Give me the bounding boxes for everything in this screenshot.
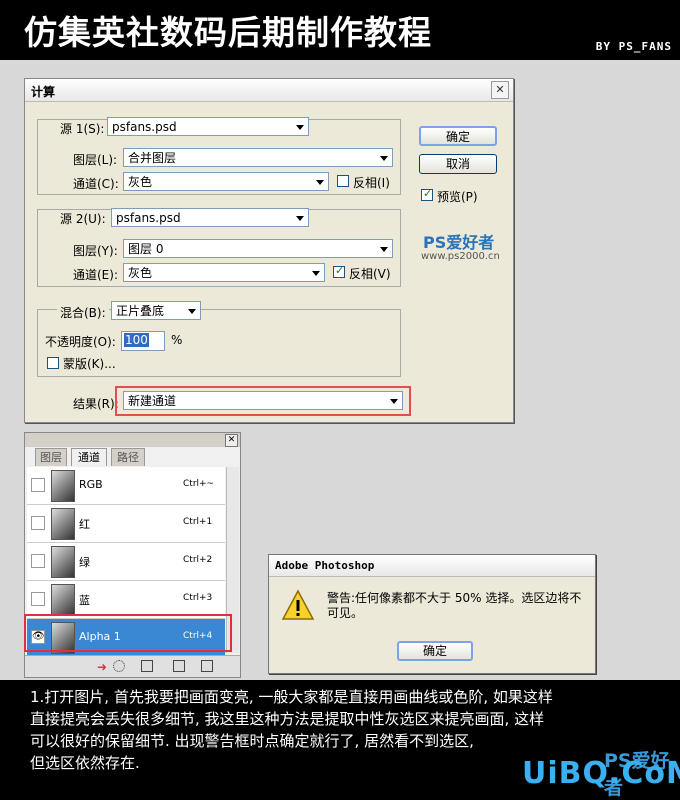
visibility-toggle[interactable]	[31, 592, 45, 606]
caption-line: 可以很好的保留细节. 出现警告框时点确定就行了, 居然看不到选区,	[30, 732, 474, 750]
warning-message: 警告:任何像素都不大于 50% 选择。选区边将不可见。	[327, 591, 582, 620]
channel-shortcut: Ctrl+~	[183, 479, 215, 489]
arrow-pointer-icon: ➜	[97, 660, 108, 674]
mask-label: 蒙版(K)...	[63, 357, 116, 371]
watermark-url: www.ps2000.cn	[421, 251, 500, 262]
channel-thumbnail	[51, 508, 75, 540]
chevron-down-icon	[296, 125, 304, 130]
channel-thumbnail	[51, 584, 75, 616]
chevron-down-icon	[316, 180, 324, 185]
source2-file-value: psfans.psd	[116, 211, 181, 225]
opacity-value: 100	[124, 333, 149, 347]
caption-line: 直接提亮会丢失很多细节, 我这里这种方法是提取中性灰选区来提亮画面, 这样	[30, 710, 545, 728]
channel-name: 红	[79, 518, 90, 531]
opacity-unit: %	[171, 333, 183, 347]
tab-channels[interactable]: 通道	[71, 448, 107, 466]
result-label: 结果(R):	[73, 397, 119, 411]
cancel-button[interactable]: 取消	[419, 154, 497, 174]
opacity-input[interactable]: 100	[121, 331, 165, 351]
watermark-uibq: UiBQ.CoM	[522, 756, 680, 791]
source2-label: 源 2(U):	[57, 210, 109, 227]
byline: BY PS_FANS	[595, 40, 672, 53]
source1-label: 源 1(S):	[57, 120, 108, 137]
alpha-highlight	[24, 614, 232, 652]
panel-titlebar: ✕	[25, 433, 240, 447]
calculations-dialog: 计算 ✕ 源 1(S): psfans.psd 图层(L): 合并图层 通道(C…	[24, 78, 514, 423]
channel-name: RGB	[79, 478, 103, 491]
chevron-down-icon	[312, 271, 320, 276]
channel-row-green[interactable]: 绿 Ctrl+2	[27, 543, 225, 581]
page-title: 仿集英社数码后期制作教程	[24, 13, 432, 52]
source1-channel-label: 通道(C):	[73, 177, 119, 191]
source2-file-select[interactable]: psfans.psd	[111, 208, 309, 227]
panel-footer: ➜	[25, 655, 240, 677]
source1-invert-checkbox[interactable]	[337, 175, 349, 187]
dialog-title: 计算	[31, 85, 56, 99]
channel-name: 绿	[79, 556, 90, 569]
save-selection-icon[interactable]	[141, 660, 153, 672]
caption-line: 1.打开图片, 首先我要把画面变亮, 一般大家都是直接用画曲线或色阶, 如果这样	[30, 688, 553, 706]
tab-layers[interactable]: 图层	[35, 448, 67, 466]
warning-icon	[281, 589, 315, 620]
channel-row-red[interactable]: 红 Ctrl+1	[27, 505, 225, 543]
chevron-down-icon	[296, 216, 304, 221]
source2-channel-label: 通道(E):	[73, 268, 118, 282]
chevron-down-icon	[188, 309, 196, 314]
dialog-titlebar: 计算 ✕	[25, 79, 513, 102]
result-value: 新建通道	[128, 394, 177, 408]
header-bar: 仿集英社数码后期制作教程 BY PS_FANS	[0, 0, 680, 60]
source1-channel-select[interactable]: 灰色	[123, 172, 329, 191]
channel-name: 蓝	[79, 594, 90, 607]
source1-layer-value: 合并图层	[128, 151, 177, 165]
tab-paths[interactable]: 路径	[111, 448, 145, 466]
chevron-down-icon	[380, 156, 388, 161]
opacity-label: 不透明度(O):	[45, 335, 116, 349]
channel-shortcut: Ctrl+2	[183, 555, 213, 565]
source1-channel-value: 灰色	[128, 175, 153, 189]
chevron-down-icon	[390, 399, 398, 404]
new-channel-icon[interactable]	[173, 660, 185, 672]
blending-mode-select[interactable]: 正片叠底	[111, 301, 201, 320]
source2-layer-label: 图层(Y):	[73, 244, 118, 258]
preview-checkbox[interactable]	[421, 187, 433, 201]
source1-invert-label: 反相(I)	[353, 176, 390, 190]
source2-invert-label: 反相(V)	[349, 267, 391, 281]
source2-layer-value: 图层 0	[128, 242, 164, 256]
close-icon[interactable]: ✕	[225, 434, 238, 447]
source2-channel-select[interactable]: 灰色	[123, 263, 325, 282]
source2-channel-value: 灰色	[128, 266, 153, 280]
dialog-titlebar: Adobe Photoshop	[269, 555, 595, 577]
channel-row-rgb[interactable]: RGB Ctrl+~	[27, 467, 225, 505]
ok-button[interactable]: 确定	[419, 126, 497, 146]
blending-mode-value: 正片叠底	[116, 304, 165, 318]
channel-thumbnail	[51, 470, 75, 502]
delete-channel-icon[interactable]	[201, 660, 213, 672]
mask-checkbox[interactable]	[47, 357, 59, 369]
ok-button[interactable]: 确定	[397, 641, 473, 661]
dialog-title: Adobe Photoshop	[275, 559, 375, 572]
visibility-toggle[interactable]	[31, 516, 45, 530]
channel-thumbnail	[51, 546, 75, 578]
result-select[interactable]: 新建通道	[123, 391, 403, 410]
chevron-down-icon	[380, 247, 388, 252]
source1-file-select[interactable]: psfans.psd	[107, 117, 309, 136]
channel-shortcut: Ctrl+1	[183, 517, 213, 527]
channel-shortcut: Ctrl+3	[183, 593, 213, 603]
source1-layer-select[interactable]: 合并图层	[123, 148, 393, 167]
watermark-logo: PS爱好者	[423, 233, 495, 252]
source2-layer-select[interactable]: 图层 0	[123, 239, 393, 258]
blending-label: 混合(B):	[57, 304, 109, 321]
load-selection-icon[interactable]	[113, 660, 125, 672]
source1-file-value: psfans.psd	[112, 120, 177, 134]
preview-label: 预览(P)	[437, 190, 478, 204]
source1-layer-label: 图层(L):	[73, 153, 118, 167]
source2-invert-checkbox[interactable]	[333, 264, 345, 278]
visibility-toggle[interactable]	[31, 554, 45, 568]
warning-dialog: Adobe Photoshop 警告:任何像素都不大于 50% 选择。选区边将不…	[268, 554, 596, 674]
visibility-toggle[interactable]	[31, 478, 45, 492]
close-icon[interactable]: ✕	[491, 81, 509, 99]
